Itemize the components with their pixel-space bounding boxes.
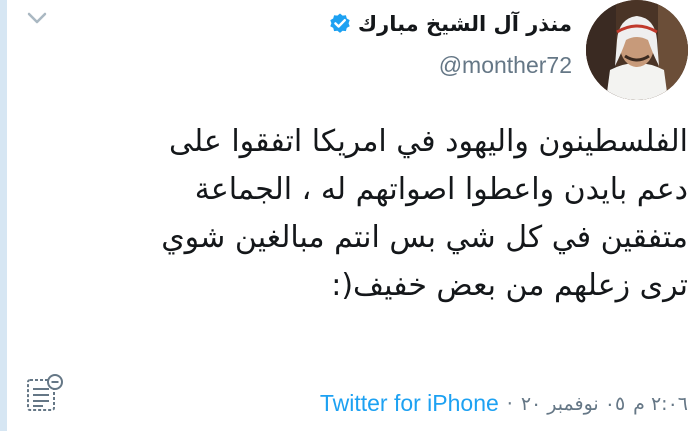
metadata-separator: ·: [506, 392, 513, 415]
avatar[interactable]: [586, 0, 688, 100]
thread-indicator-bar: [0, 0, 7, 431]
tweet-metadata: ٢:٠٦ م ٠٥ نوفمبر ٢٠ · Twitter for iPhone: [320, 390, 688, 417]
author-handle[interactable]: @monther72: [439, 52, 572, 79]
tweet-text-line: متفقين في كل شي بس انتم مبالغين شوي: [161, 220, 688, 255]
tweet-time: ٢:٠٦ م: [633, 392, 688, 415]
tweet-text-line: دعم بايدن واعطوا اصواتهم له ، الجماعة: [194, 172, 688, 207]
verified-badge-icon: [330, 13, 350, 33]
chevron-down-icon[interactable]: [22, 8, 52, 28]
avatar-photo: [586, 0, 688, 100]
tweet-date: ٠٥ نوفمبر ٢٠: [520, 392, 626, 415]
tweet-text-line: ترى زعلهم من بعض خفيف(:: [331, 268, 688, 303]
tweet-analytics-icon[interactable]: [24, 372, 68, 416]
tweet-header: منذر آل الشيخ مبارك: [152, 4, 572, 44]
author-display-name[interactable]: منذر آل الشيخ مبارك: [358, 12, 572, 36]
tweet-text: الفلسطينون واليهود في امريكا اتفقوا على …: [28, 118, 688, 310]
tweet-text-line: الفلسطينون واليهود في امريكا اتفقوا على: [168, 124, 688, 159]
tweet-source-link[interactable]: Twitter for iPhone: [320, 390, 499, 417]
